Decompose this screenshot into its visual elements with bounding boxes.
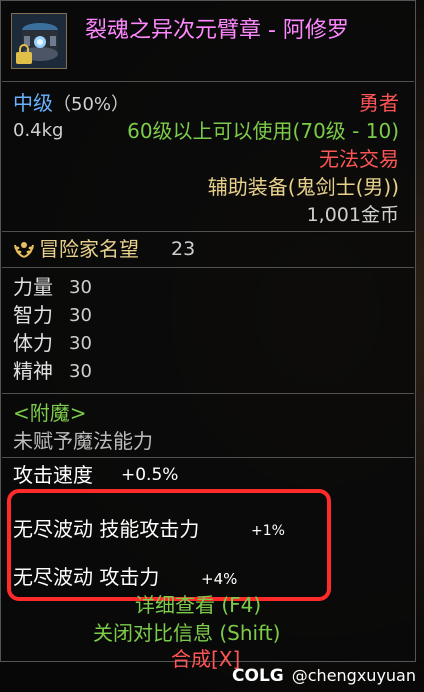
fame-value: 23 [171, 238, 196, 260]
grade-percent: （50%） [53, 94, 130, 115]
rarity-label: 勇者 [359, 91, 399, 115]
divider [2, 81, 414, 82]
item-tooltip: 裂魂之异次元臂章 - 阿修罗 中级（50%） 勇者 0.4kg 60级以上可以使… [0, 0, 416, 671]
stat-vitality-label: 体力 [13, 331, 53, 355]
attack-speed-label: 攻击速度 [13, 463, 93, 487]
enchant-description: 未赋予魔法能力 [13, 429, 153, 453]
trade-status: 无法交易 [319, 147, 399, 171]
stat-intelligence-value: 30 [69, 305, 92, 326]
divider [2, 393, 414, 394]
watermark: COLG @chengxuyuan [232, 666, 416, 686]
watermark-logo: COLG [232, 666, 284, 686]
stat-spirit-label: 精神 [13, 359, 53, 383]
close-compare-link[interactable]: 关闭对比信息 (Shift) [93, 621, 280, 645]
watermark-user: @chengxuyuan [291, 666, 416, 685]
item-name: 裂魂之异次元臂章 - 阿修罗 [85, 18, 349, 43]
stat-vitality-value: 30 [69, 333, 92, 354]
stat-intelligence-label: 智力 [13, 303, 53, 327]
divider [2, 231, 414, 232]
fame-label: 冒险家名望 [39, 237, 139, 261]
stat-strength-value: 30 [69, 277, 92, 298]
enchant-title: <附魔> [13, 401, 87, 425]
stat-strength-label: 力量 [13, 275, 53, 299]
stat-spirit-value: 30 [69, 361, 92, 382]
attack-speed-value: +0.5% [121, 465, 179, 485]
grade-label: 中级 [13, 91, 53, 115]
weight: 0.4kg [13, 120, 64, 141]
divider [2, 457, 414, 458]
grade: 中级（50%） [13, 91, 129, 117]
detail-view-link[interactable]: 详细查看 (F4) [135, 593, 261, 617]
highlight-box [7, 489, 331, 601]
laurel-icon [14, 242, 34, 258]
divider [2, 267, 414, 268]
level-requirement: 60级以上可以使用(70级 - 10) [127, 119, 399, 143]
lock-icon [16, 44, 32, 64]
equipment-slot: 辅助装备(鬼剑士(男)) [207, 175, 399, 199]
sell-price: 1,001金币 [306, 204, 399, 226]
item-icon [11, 13, 67, 69]
synthesize-link[interactable]: 合成[X] [171, 647, 240, 671]
